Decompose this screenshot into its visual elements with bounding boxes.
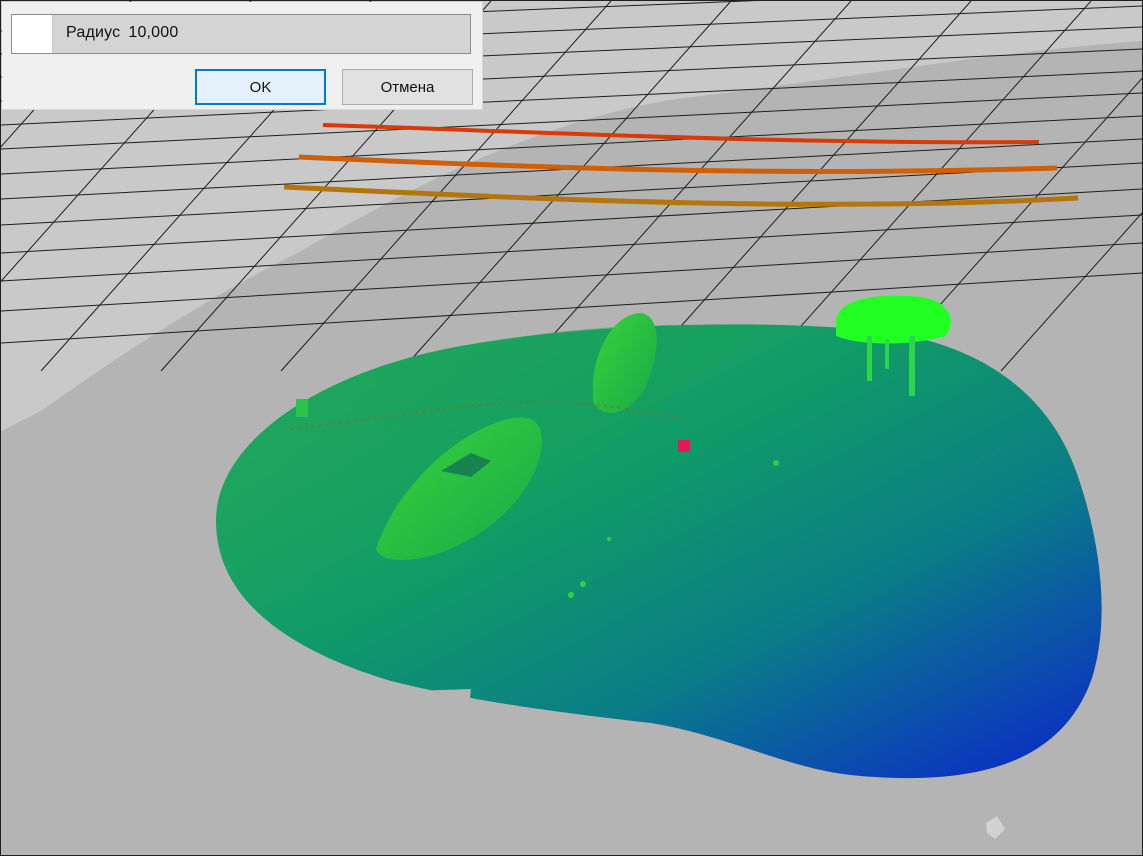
radius-swatch bbox=[12, 15, 53, 53]
noise-speckle bbox=[986, 816, 1005, 839]
radius-field[interactable]: Радиус 10,000 bbox=[11, 14, 471, 54]
radius-readout: Радиус 10,000 bbox=[66, 24, 178, 42]
radius-value: 10,000 bbox=[128, 24, 179, 41]
cursor-marker[interactable] bbox=[678, 440, 690, 452]
stray-point-2 bbox=[580, 581, 586, 587]
cancel-button[interactable]: Отмена bbox=[342, 69, 473, 105]
vegetation-stem-1 bbox=[867, 336, 872, 381]
stray-point-4 bbox=[773, 460, 779, 466]
point-cloud-notch bbox=[411, 689, 471, 707]
grid-line-d bbox=[1000, 212, 1142, 372]
stray-point-1 bbox=[568, 592, 574, 598]
app-window: Радиус 10,000 OK Отмена bbox=[0, 0, 1143, 856]
small-object bbox=[296, 399, 308, 417]
3d-viewport[interactable] bbox=[1, 1, 1142, 855]
radius-label: Радиус bbox=[66, 24, 121, 41]
ok-button[interactable]: OK bbox=[195, 69, 326, 105]
vegetation-stem-3 bbox=[885, 339, 889, 369]
radius-dialog: Радиус 10,000 OK Отмена bbox=[2, 2, 483, 110]
vegetation-stem-2 bbox=[909, 336, 915, 396]
vegetation-blob bbox=[836, 295, 951, 344]
stray-point-3 bbox=[607, 537, 611, 541]
point-cloud bbox=[216, 295, 1102, 779]
